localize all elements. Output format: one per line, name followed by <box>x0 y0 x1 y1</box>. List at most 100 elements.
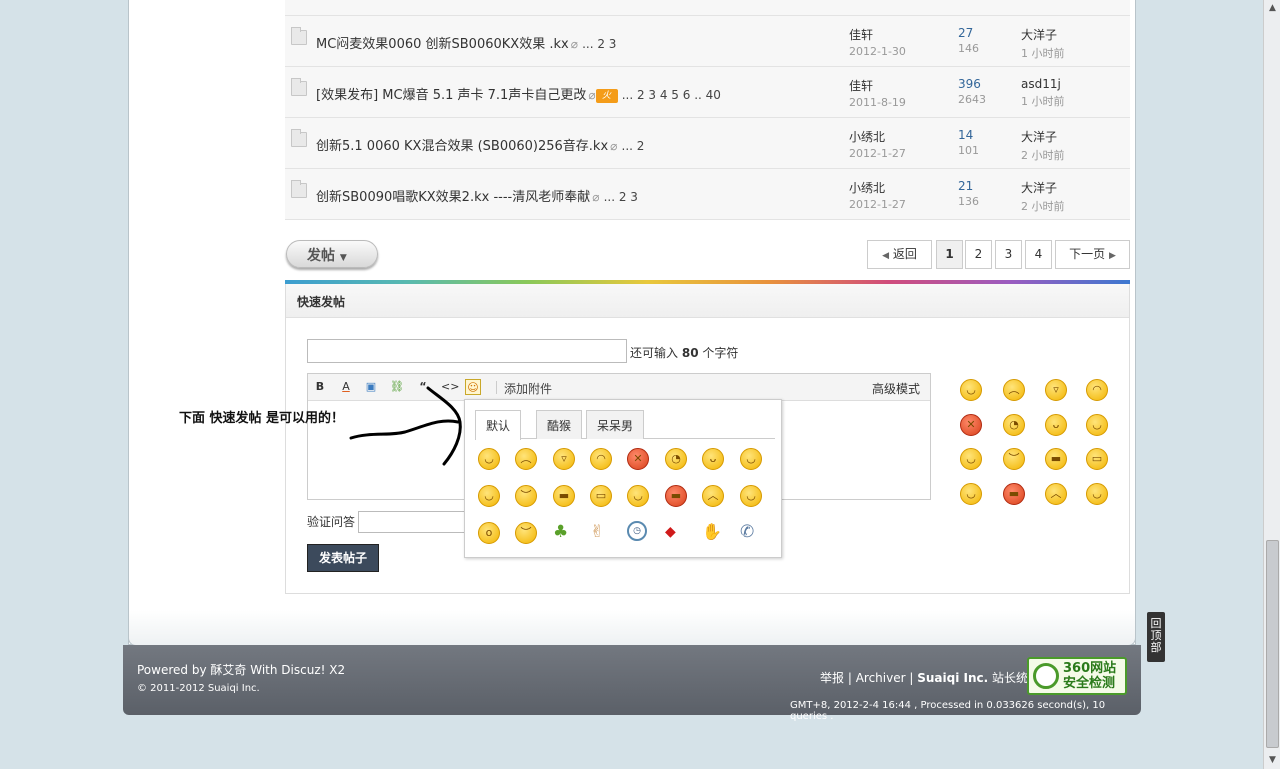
back-to-top-button[interactable]: 回顶部 <box>1147 612 1165 662</box>
smiley-icon[interactable]: ▭ <box>590 485 612 507</box>
smiley-icon[interactable]: ◡ <box>627 485 649 507</box>
subject-input[interactable] <box>307 339 627 363</box>
smiley-icon[interactable]: ▬ <box>1003 483 1025 505</box>
tab-default[interactable]: 默认 <box>475 410 522 440</box>
smiley-icon[interactable]: ◡ <box>960 379 982 401</box>
folder-icon <box>291 129 307 147</box>
phone-icon[interactable]: ✆ <box>740 522 754 542</box>
last-post-time[interactable]: 2 小时前 <box>1021 198 1065 214</box>
smiley-icon[interactable]: ᴗ <box>702 448 724 470</box>
smiley-icon[interactable]: ◡ <box>478 448 500 470</box>
add-attachment-link[interactable]: 添加附件 <box>504 380 552 397</box>
smiley-icon[interactable]: ︵ <box>515 448 537 470</box>
reply-count[interactable]: 14 <box>958 128 973 142</box>
view-count: 146 <box>958 42 979 55</box>
page-number-4[interactable]: 4 <box>1025 240 1052 269</box>
page-number-2[interactable]: 2 <box>965 240 992 269</box>
pig-icon[interactable]: ♣ <box>553 522 568 542</box>
table-row: MC闷麦效果0060 创新SB0060KX效果 .kx ⌀ ... 2 3 佳轩 2… <box>285 16 1130 67</box>
smiley-icon[interactable]: ▬ <box>1045 448 1067 470</box>
smiley-icon[interactable]: ◡ <box>1086 414 1108 436</box>
smiley-icon[interactable]: ◔ <box>665 448 687 470</box>
site-link[interactable]: 酥艾奇 <box>210 663 246 677</box>
scroll-down-icon[interactable]: ▼ <box>1266 754 1279 767</box>
archiver-link[interactable]: Archiver <box>856 671 906 685</box>
thread-title-link[interactable]: 创新SB0090唱歌KX效果2.kx ----清风老师奉献 <box>316 190 590 205</box>
thread-pages[interactable]: ... 2 3 <box>604 190 638 204</box>
chevron-right-icon: ▶ <box>1108 251 1116 261</box>
submit-post-label: 发表帖子 <box>318 551 367 565</box>
next-page-button[interactable]: 下一页 ▶ <box>1055 240 1130 269</box>
lips-icon[interactable]: ◆ <box>665 524 676 540</box>
submit-post-button[interactable]: 发表帖子 <box>307 544 379 572</box>
smiley-icon[interactable]: ︿ <box>702 485 724 507</box>
verify-answer-input[interactable] <box>358 511 468 533</box>
smiley-icon[interactable]: ︶ <box>1003 448 1025 470</box>
last-poster[interactable]: 大洋子 <box>1021 130 1057 144</box>
folder-icon <box>291 78 307 96</box>
scroll-thumb[interactable] <box>1266 540 1279 748</box>
company-name[interactable]: Suaiqi Inc. <box>917 671 988 685</box>
thread-author[interactable]: 小绣北 <box>849 130 885 144</box>
clock-icon[interactable]: ◷ <box>627 521 647 541</box>
smiley-icon[interactable]: ▬ <box>553 485 575 507</box>
reply-count[interactable]: 21 <box>958 179 973 193</box>
smiley-icon[interactable]: ◔ <box>1003 414 1025 436</box>
smiley-icon[interactable]: ✕ <box>960 414 982 436</box>
page-number-1[interactable]: 1 <box>936 240 963 269</box>
smiley-icon[interactable]: ◡ <box>1086 483 1108 505</box>
scroll-up-icon[interactable]: ▲ <box>1266 2 1279 15</box>
page-number-3[interactable]: 3 <box>995 240 1022 269</box>
smiley-icon[interactable]: ◡ <box>960 483 982 505</box>
prev-page-button[interactable]: ◀ 返回 <box>867 240 932 269</box>
smiley-icon[interactable]: ︶ <box>515 522 537 544</box>
advanced-mode-link[interactable]: 高级模式 <box>872 380 920 397</box>
thread-author[interactable]: 佳轩 <box>849 28 873 42</box>
reply-count[interactable]: 396 <box>958 77 981 91</box>
vertical-scrollbar[interactable]: ▲ ▼ <box>1263 0 1280 769</box>
smiley-icon[interactable]: ︿ <box>1045 483 1067 505</box>
smiley-icon[interactable]: ▭ <box>1086 448 1108 470</box>
tab-dummy-guy[interactable]: 呆呆男 <box>586 410 645 439</box>
thread-title-link[interactable]: 创新5.1 0060 KX混合效果 (SB0060)256音存.kx <box>316 139 608 154</box>
smiley-icon[interactable]: ▬ <box>665 485 687 507</box>
thread-pages[interactable]: ... 2 3 4 5 6 .. 40 <box>622 88 721 102</box>
smiley-icon[interactable]: ◡ <box>740 485 762 507</box>
last-poster[interactable]: 大洋子 <box>1021 181 1057 195</box>
view-count: 101 <box>958 144 979 157</box>
tab-cool-monkey[interactable]: 酷猴 <box>536 410 583 439</box>
smiley-icon[interactable]: ✕ <box>627 448 649 470</box>
smiley-icon[interactable]: ▿ <box>553 448 575 470</box>
smiley-icon[interactable]: ◡ <box>960 448 982 470</box>
bold-button[interactable]: B <box>312 379 328 395</box>
thread-pages[interactable]: ... 2 3 <box>582 37 616 51</box>
smiley-popup: 默认 酷猴 呆呆男 ◡ ︵ ▿ ◠ ✕ ◔ ᴗ ◡ ◡ ︶ ▬ ▭ ◡ ▬ ︿ … <box>464 399 782 558</box>
security-badge[interactable]: 360网站 安全检测 <box>1027 657 1127 695</box>
last-poster[interactable]: asd11j <box>1021 77 1061 91</box>
last-post-time[interactable]: 1 小时前 <box>1021 45 1065 61</box>
smiley-icon[interactable]: ▿ <box>1045 379 1067 401</box>
smiley-icon[interactable]: ◡ <box>478 485 500 507</box>
thread-author[interactable]: 佳轩 <box>849 79 873 93</box>
last-poster[interactable]: 大洋子 <box>1021 28 1057 42</box>
last-post-time[interactable]: 1 小时前 <box>1021 93 1065 109</box>
thread-pages[interactable]: ... 2 <box>622 139 645 153</box>
smiley-icon[interactable]: ◠ <box>590 448 612 470</box>
handshake-icon[interactable]: ✋ <box>702 522 722 541</box>
thread-title-link[interactable]: MC闷麦效果0060 创新SB0060KX效果 .kx <box>316 37 569 52</box>
smiley-icon[interactable]: ◠ <box>1086 379 1108 401</box>
smiley-icon[interactable]: o <box>478 522 500 544</box>
page-card-bottom <box>128 610 1136 646</box>
thread-title-link[interactable]: [效果发布] MC爆音 5.1 声卡 7.1声卡自己更改 <box>316 88 586 103</box>
reply-count[interactable]: 27 <box>958 26 973 40</box>
smiley-icon[interactable]: ︵ <box>1003 379 1025 401</box>
smiley-icon[interactable]: ᴗ <box>1045 414 1067 436</box>
smiley-icon[interactable]: ◡ <box>740 448 762 470</box>
victory-hand-icon[interactable]: ✌ <box>590 522 604 542</box>
new-post-button[interactable]: 发帖 ▼ <box>286 240 378 268</box>
table-row: 创新5.1 0060 KX混合效果 (SB0060)256音存.kx ⌀ ... … <box>285 118 1130 169</box>
thread-author[interactable]: 小绣北 <box>849 181 885 195</box>
report-link[interactable]: 举报 <box>820 671 844 685</box>
smiley-icon[interactable]: ︶ <box>515 485 537 507</box>
last-post-time[interactable]: 2 小时前 <box>1021 147 1065 163</box>
